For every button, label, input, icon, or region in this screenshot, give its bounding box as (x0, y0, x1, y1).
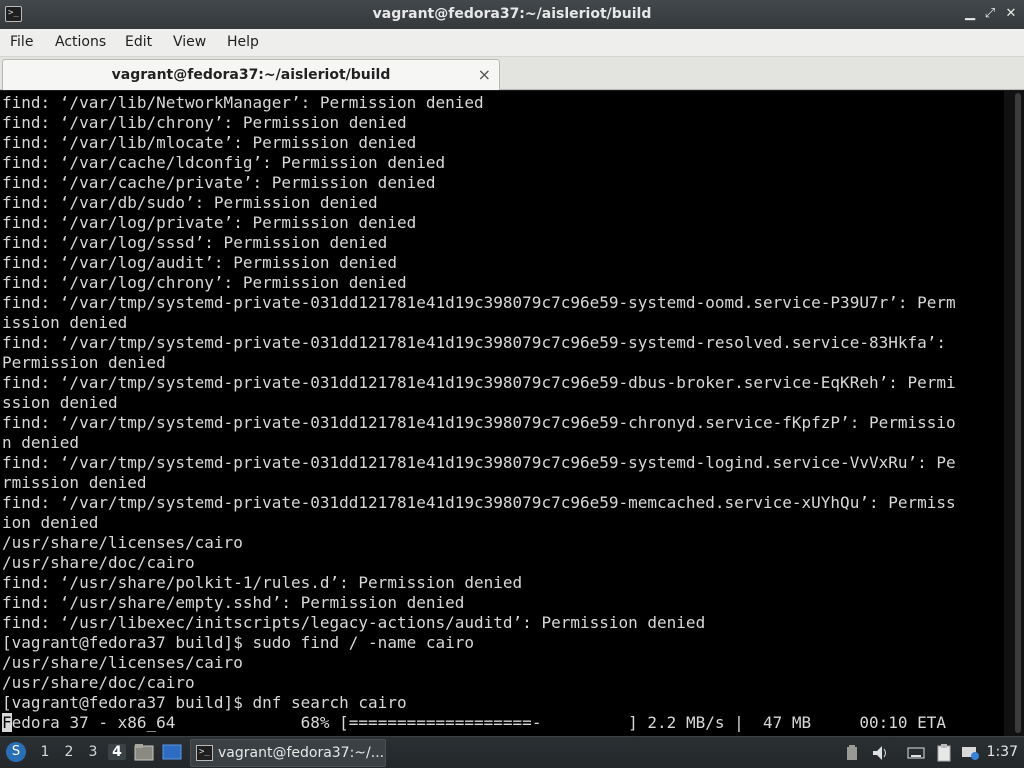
tab-bar: vagrant@fedora37:~/aisleriot/build × (0, 57, 1024, 90)
workspace-2[interactable]: 2 (60, 744, 78, 760)
terminal-line: find: ‘/var/cache/private’: Permission d… (2, 173, 436, 192)
scrollbar-thumb[interactable] (1015, 93, 1021, 733)
minimize-button[interactable]: ▁ (962, 5, 978, 23)
workspace-3[interactable]: 3 (84, 744, 102, 760)
terminal-line: find: ‘/var/log/audit’: Permission denie… (2, 253, 397, 272)
volume-icon[interactable] (870, 743, 890, 763)
workspace-4[interactable]: 4 (108, 744, 126, 760)
close-button[interactable]: ✕ (1003, 5, 1019, 23)
file-manager-icon[interactable] (134, 743, 154, 762)
terminal-line: ission denied (2, 313, 128, 332)
taskbar: S 1 2 3 4 >_ vagrant@fedora37:~/... 1:37 (0, 736, 1024, 768)
keyboard-icon[interactable] (906, 743, 926, 763)
taskbar-task-label: vagrant@fedora37:~/... (218, 745, 385, 761)
network-icon[interactable] (842, 743, 862, 763)
terminal-line: n denied (2, 433, 80, 452)
terminal-line: /usr/share/licenses/cairo (2, 533, 243, 552)
terminal-line: find: ‘/var/lib/NetworkManager’: Permiss… (2, 93, 484, 112)
terminal-line: ssion denied (2, 393, 118, 412)
workspace-1[interactable]: 1 (36, 744, 54, 760)
window-titlebar[interactable]: >_ vagrant@fedora37:~/aisleriot/build ▁ … (0, 0, 1024, 29)
tab-close-icon[interactable]: × (478, 65, 491, 84)
terminal-line: find: ‘/var/lib/mlocate’: Permission den… (2, 133, 417, 152)
terminal-cursor: F (2, 713, 12, 732)
terminal-task-icon: >_ (196, 745, 213, 761)
progress-text: edora 37 - x86_64 68% [=================… (11, 713, 947, 732)
show-desktop-icon[interactable] (162, 743, 182, 762)
menu-edit[interactable]: Edit (125, 34, 152, 50)
tab-label: vagrant@fedora37:~/aisleriot/build (111, 67, 391, 83)
terminal-line: find: ‘/usr/libexec/initscripts/legacy-a… (2, 613, 706, 632)
terminal-line: find: ‘/var/lib/chrony’: Permission deni… (2, 113, 407, 132)
menu-bar: File Actions Edit View Help (0, 29, 1024, 57)
terminal-line: find: ‘/var/tmp/systemd-private-031dd121… (2, 293, 956, 312)
terminal-line: /usr/share/licenses/cairo (2, 653, 243, 672)
terminal-line: /usr/share/doc/cairo (2, 553, 195, 572)
terminal-line: find: ‘/var/db/sudo’: Permission denied (2, 193, 378, 212)
terminal-line: [vagrant@fedora37 build]$ sudo find / -n… (2, 633, 475, 652)
terminal-output: find: ‘/var/lib/NetworkManager’: Permiss… (2, 93, 1002, 733)
terminal-line: find: ‘/var/tmp/systemd-private-031dd121… (2, 333, 947, 352)
start-menu-icon[interactable]: S (6, 742, 26, 762)
menu-file[interactable]: File (10, 34, 33, 50)
terminal-line: [vagrant@fedora37 build]$ dnf search cai… (2, 693, 407, 712)
window-title: vagrant@fedora37:~/aisleriot/build (372, 6, 652, 22)
menu-actions[interactable]: Actions (55, 34, 106, 50)
menu-view[interactable]: View (173, 34, 206, 50)
dnf-progress-line: Fedora 37 - x86_64 68% [================… (2, 713, 1002, 733)
terminal-line: find: ‘/var/tmp/systemd-private-031dd121… (2, 453, 956, 472)
terminal-line: ion denied (2, 513, 99, 532)
terminal-line: find: ‘/usr/share/polkit-1/rules.d’: Per… (2, 573, 523, 592)
notification-icon[interactable] (960, 743, 980, 763)
terminal-view[interactable]: find: ‘/var/lib/NetworkManager’: Permiss… (0, 91, 1024, 736)
terminal-line: find: ‘/var/tmp/systemd-private-031dd121… (2, 413, 956, 432)
terminal-line: rmission denied (2, 473, 147, 492)
terminal-line: find: ‘/var/log/private’: Permission den… (2, 213, 417, 232)
taskbar-terminal-button[interactable]: >_ vagrant@fedora37:~/... (190, 739, 386, 767)
terminal-scrollbar[interactable] (1004, 91, 1024, 736)
clock: 1:37 (986, 744, 1018, 760)
terminal-tab[interactable]: vagrant@fedora37:~/aisleriot/build × (2, 59, 500, 90)
terminal-line: find: ‘/var/cache/ldconfig’: Permission … (2, 153, 446, 172)
terminal-line: Permission denied (2, 353, 166, 372)
terminal-line: find: ‘/var/log/sssd’: Permission denied (2, 233, 388, 252)
terminal-line: /usr/share/doc/cairo (2, 673, 195, 692)
terminal-line: find: ‘/usr/share/empty.sshd’: Permissio… (2, 593, 465, 612)
clipboard-icon[interactable] (934, 743, 954, 763)
terminal-line: find: ‘/var/tmp/systemd-private-031dd121… (2, 373, 956, 392)
maximize-button[interactable]: ⤢ (982, 5, 998, 23)
menu-help[interactable]: Help (227, 34, 259, 50)
terminal-line: find: ‘/var/tmp/systemd-private-031dd121… (2, 493, 956, 512)
terminal-line: find: ‘/var/log/chrony’: Permission deni… (2, 273, 407, 292)
